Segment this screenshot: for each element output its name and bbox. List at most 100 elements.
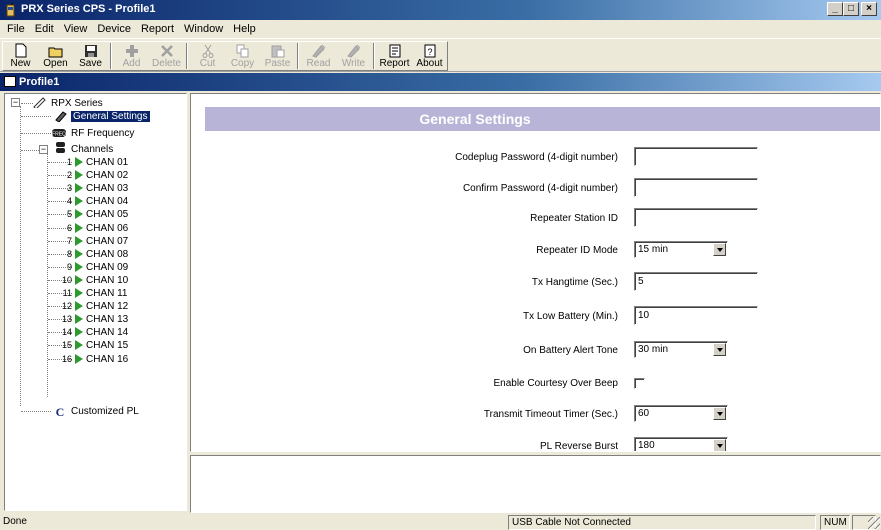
tree-item-channel[interactable]: CHAN 04: [86, 195, 128, 208]
cut-icon: [199, 43, 217, 58]
customized-pl-icon: C: [56, 405, 65, 417]
add-button[interactable]: Add: [114, 42, 149, 70]
copy-button[interactable]: Copy: [225, 42, 260, 70]
new-button[interactable]: New: [3, 42, 38, 70]
tree-item-channel[interactable]: CHAN 16: [86, 353, 128, 366]
dropdown-arrow-icon[interactable]: [713, 243, 726, 256]
tree-item-channel[interactable]: CHAN 08: [86, 248, 128, 261]
maximize-button[interactable]: □: [843, 2, 859, 16]
transmit-timeout-timer-sec-select[interactable]: 60: [634, 405, 728, 422]
on-battery-alert-tone-select[interactable]: 30 min: [634, 341, 728, 358]
open-button[interactable]: Open: [38, 42, 73, 70]
channel-number: 15: [61, 340, 72, 351]
tree-item-customized-pl[interactable]: Customized PL: [71, 405, 139, 418]
open-label: Open: [43, 58, 68, 69]
menu-view[interactable]: View: [59, 23, 93, 35]
on-battery-alert-tone-selected-value: 30 min: [638, 344, 669, 355]
app-icon: [6, 3, 15, 17]
channel-arrow-icon: [75, 157, 83, 167]
dropdown-arrow-icon[interactable]: [713, 439, 726, 451]
channel-arrow-icon: [75, 327, 83, 338]
menu-device[interactable]: Device: [92, 23, 136, 35]
tree-connector: [21, 133, 51, 134]
svg-text:FREQ: FREQ: [52, 132, 66, 138]
resize-grip-icon[interactable]: [868, 517, 880, 529]
tree-item-channel[interactable]: CHAN 07: [86, 235, 128, 248]
read-label: Read: [306, 58, 331, 69]
dropdown-arrow-icon[interactable]: [713, 407, 726, 420]
repeater-id-mode-select[interactable]: 15 min: [634, 241, 728, 258]
tree-item-channel[interactable]: CHAN 13: [86, 313, 128, 326]
open-folder-icon: [47, 43, 65, 58]
transmit-timeout-timer-sec-selected-value: 60: [638, 408, 650, 419]
status-message: Done: [3, 516, 27, 527]
tree-item-channel[interactable]: CHAN 12: [86, 300, 128, 313]
general-settings-label: General Settings: [71, 111, 150, 122]
toolbar-separator: [186, 43, 188, 69]
transmit-timeout-timer-sec-label: Transmit Timeout Timer (Sec.): [483, 409, 618, 420]
menu-file[interactable]: File: [2, 23, 30, 35]
channel-arrow-icon: [75, 209, 83, 220]
tree-item-rf-frequency[interactable]: RF Frequency: [71, 127, 134, 140]
repeater-station-id-input[interactable]: [634, 208, 758, 227]
tree-item-channel[interactable]: CHAN 10: [86, 274, 128, 287]
tree-item-channel[interactable]: CHAN 02: [86, 169, 128, 182]
paste-button[interactable]: Paste: [260, 42, 295, 70]
num-lock-indicator: NUM: [824, 517, 847, 528]
tree-item-rpx-series[interactable]: RPX Series: [51, 97, 103, 110]
close-button[interactable]: ×: [861, 2, 877, 16]
toolbar: New Open Save Add Delete Cut Copy Paste …: [0, 38, 881, 72]
enable-courtesy-over-beep-checkbox[interactable]: [634, 378, 645, 389]
menu-edit[interactable]: Edit: [30, 23, 59, 35]
tree-item-channel[interactable]: CHAN 06: [86, 222, 128, 235]
toolbar-separator: [373, 43, 375, 69]
cut-button[interactable]: Cut: [190, 42, 225, 70]
confirm-password-4-digit-number-input[interactable]: [634, 178, 758, 197]
minimize-button[interactable]: _: [827, 2, 843, 16]
add-label: Add: [122, 58, 141, 69]
about-button[interactable]: ? About: [412, 42, 447, 70]
enable-courtesy-over-beep-label: Enable Courtesy Over Beep: [493, 378, 618, 389]
save-button[interactable]: Save: [73, 42, 108, 70]
menu-bar: File Edit View Device Report Window Help: [0, 20, 881, 38]
tree-item-channel[interactable]: CHAN 11: [86, 287, 128, 300]
menu-report[interactable]: Report: [136, 23, 179, 35]
tree-item-channel[interactable]: CHAN 05: [86, 208, 128, 221]
channel-number: 11: [62, 288, 72, 298]
delete-button[interactable]: Delete: [149, 42, 184, 70]
menu-window[interactable]: Window: [179, 23, 228, 35]
tree-item-channel[interactable]: CHAN 01: [86, 156, 128, 169]
write-radio-icon: [345, 43, 363, 58]
channel-number: 9: [66, 261, 72, 272]
channel-number: 5: [66, 209, 72, 220]
tree-item-channel[interactable]: CHAN 14: [86, 326, 128, 339]
settings-icon: [55, 111, 67, 122]
menu-help[interactable]: Help: [228, 23, 261, 35]
navigation-tree[interactable]: − RPX Series General Settings FREQ RF Fr…: [4, 93, 187, 511]
cut-label: Cut: [199, 58, 216, 69]
dropdown-arrow-icon[interactable]: [713, 343, 726, 356]
write-button[interactable]: Write: [336, 42, 371, 70]
tree-item-general-settings[interactable]: General Settings: [71, 110, 150, 123]
pl-reverse-burst-select[interactable]: 180: [634, 437, 728, 451]
document-titlebar: Profile1: [0, 73, 881, 91]
confirm-password-4-digit-number-label: Confirm Password (4-digit number): [462, 183, 618, 194]
codeplug-password-4-digit-number-input[interactable]: [634, 147, 758, 166]
tx-low-battery-min-input[interactable]: [634, 306, 758, 325]
tx-hangtime-sec-input[interactable]: [634, 272, 758, 291]
tree-item-channel[interactable]: CHAN 03: [86, 182, 128, 195]
tree-item-channels[interactable]: Channels: [71, 143, 113, 156]
tree-item-channel[interactable]: CHAN 09: [86, 261, 128, 274]
about-label: About: [416, 58, 443, 69]
channel-arrow-icon: [75, 353, 83, 364]
collapse-root-toggle[interactable]: −: [11, 98, 20, 107]
report-button[interactable]: Report: [377, 42, 412, 70]
window-title: PRX Series CPS - Profile1: [21, 3, 156, 15]
tx-low-battery-min-label: Tx Low Battery (Min.): [522, 311, 618, 322]
collapse-channels-toggle[interactable]: −: [39, 145, 48, 154]
read-button[interactable]: Read: [301, 42, 336, 70]
report-icon: [386, 43, 404, 58]
tree-item-channel[interactable]: CHAN 15: [86, 339, 128, 352]
save-label: Save: [79, 58, 102, 69]
channel-arrow-icon: [75, 274, 83, 285]
